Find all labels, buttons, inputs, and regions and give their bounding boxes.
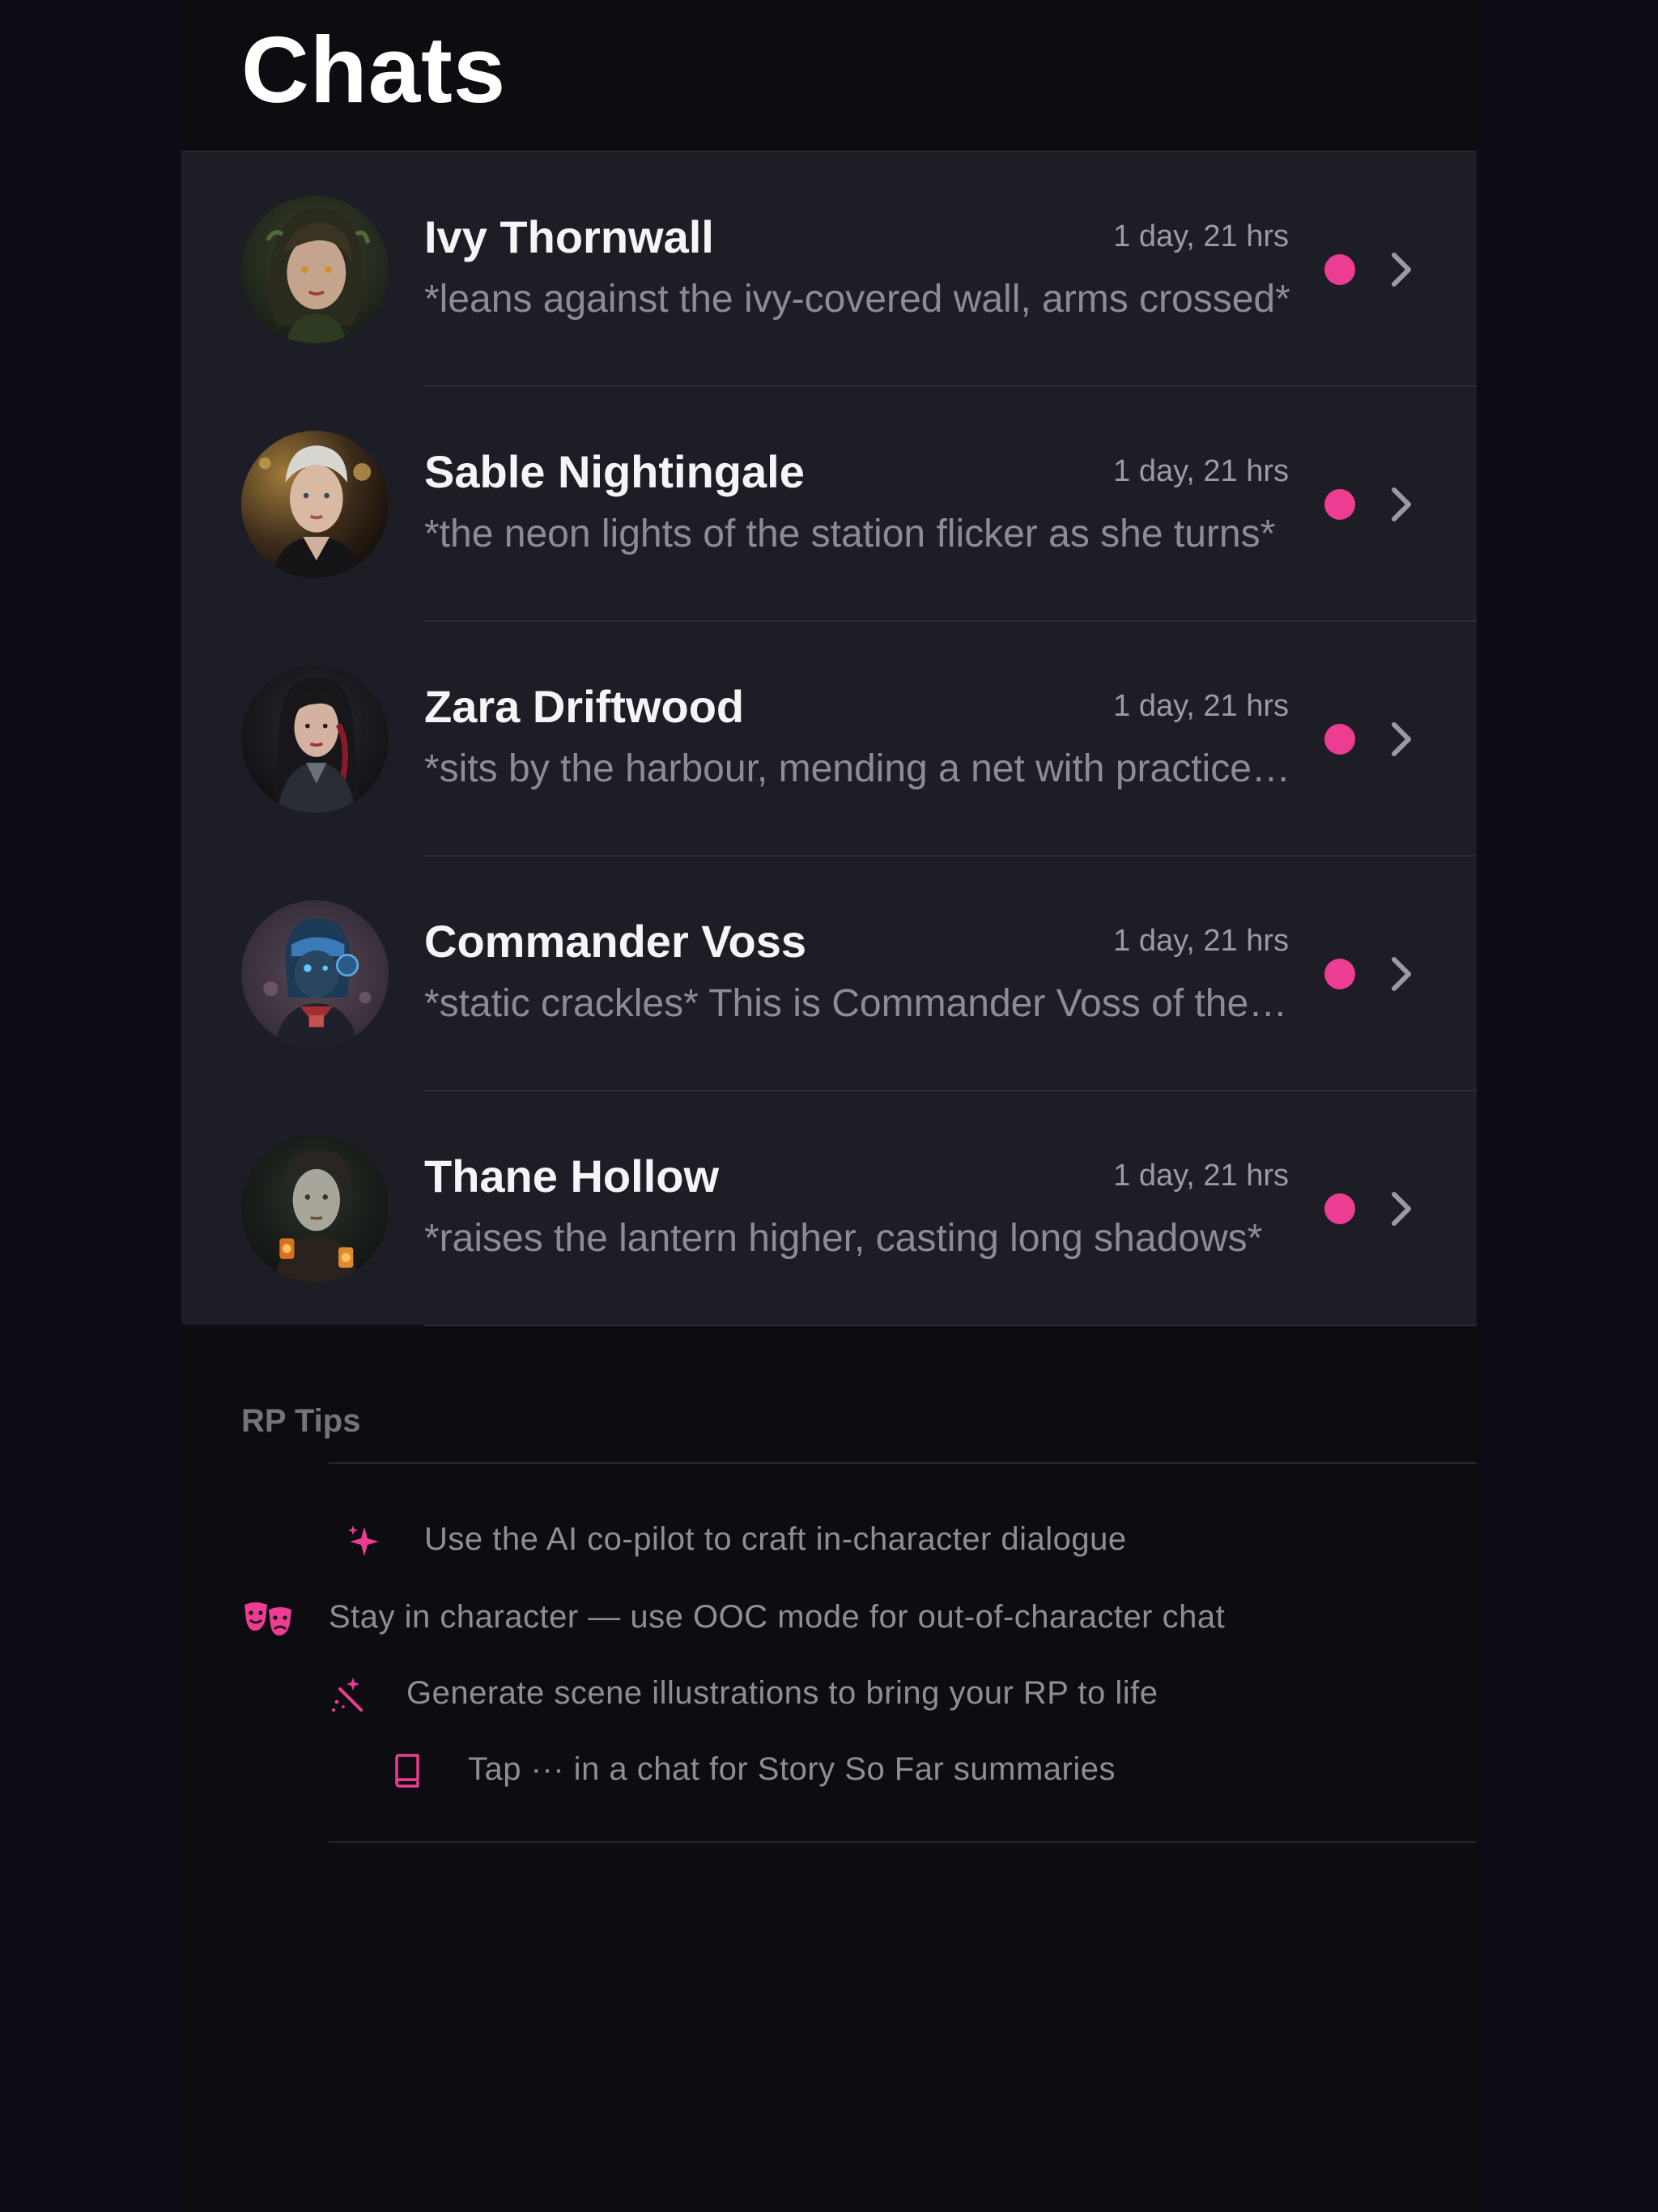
chat-name: Thane Hollow [424, 1151, 719, 1202]
magic-wand-icon [332, 1678, 363, 1712]
chat-row[interactable]: Ivy Thornwall 1 day, 21 hrs *leans again… [181, 152, 1477, 387]
divider [329, 1841, 1477, 1843]
avatar [241, 900, 389, 1048]
chat-timestamp: 1 day, 21 hrs [1113, 1159, 1289, 1193]
divider [329, 1462, 1477, 1464]
book-icon [395, 1754, 419, 1788]
theater-masks-icon [244, 1602, 291, 1636]
unread-indicator [1324, 724, 1355, 755]
avatar [241, 1135, 389, 1283]
chat-row[interactable]: Sable Nightingale 1 day, 21 hrs *the neo… [181, 387, 1477, 622]
unread-indicator [1324, 959, 1355, 989]
chat-name: Zara Driftwood [424, 681, 745, 732]
unread-indicator [1324, 489, 1355, 520]
chat-list: Ivy Thornwall 1 day, 21 hrs *leans again… [181, 151, 1477, 1326]
chat-name: Sable Nightingale [424, 446, 805, 497]
chat-timestamp: 1 day, 21 hrs [1113, 454, 1289, 488]
unread-indicator [1324, 1193, 1355, 1224]
chat-preview: *leans against the ivy-covered wall, arm… [424, 278, 1290, 321]
tip-text: Use the AI co-pilot to craft in-characte… [424, 1521, 1127, 1557]
tip-text: Tap ··· in a chat for Story So Far summa… [468, 1751, 1116, 1787]
avatar [241, 431, 389, 578]
chat-name: Ivy Thornwall [424, 211, 714, 262]
chevron-right-icon [1392, 253, 1411, 287]
page-title: Chats [241, 17, 507, 122]
avatar [241, 666, 389, 813]
chat-row[interactable]: Zara Driftwood 1 day, 21 hrs *sits by th… [181, 622, 1477, 857]
chevron-right-icon [1392, 957, 1411, 991]
chat-timestamp: 1 day, 21 hrs [1113, 689, 1289, 723]
chat-preview: *sits by the harbour, mending a net with… [424, 747, 1292, 790]
chevron-right-icon [1392, 1192, 1411, 1226]
chat-name: Commander Voss [424, 916, 806, 967]
chevron-right-icon [1392, 487, 1411, 521]
sparkles-icon [348, 1525, 379, 1556]
chats-screen: Chats Ivy Thornwall 1 day, 21 hrs *leans… [181, 0, 1477, 2212]
chat-row[interactable]: Commander Voss 1 day, 21 hrs *static cra… [181, 857, 1477, 1091]
chat-timestamp: 1 day, 21 hrs [1113, 924, 1289, 958]
tips-section-title: RP Tips [241, 1403, 361, 1439]
header: Chats [181, 0, 1477, 151]
chat-row[interactable]: Thane Hollow 1 day, 21 hrs *raises the l… [181, 1091, 1477, 1326]
chat-preview: *raises the lantern higher, casting long… [424, 1217, 1263, 1260]
chat-preview: *the neon lights of the station flicker … [424, 513, 1276, 555]
chat-timestamp: 1 day, 21 hrs [1113, 219, 1289, 253]
avatar [241, 196, 389, 343]
tip-text: Generate scene illustrations to bring yo… [406, 1675, 1158, 1711]
chat-preview: *static crackles* This is Commander Voss… [424, 982, 1292, 1025]
divider [424, 1325, 1477, 1326]
chevron-right-icon [1392, 722, 1411, 756]
tip-text: Stay in character — use OOC mode for out… [329, 1599, 1226, 1635]
unread-indicator [1324, 254, 1355, 285]
